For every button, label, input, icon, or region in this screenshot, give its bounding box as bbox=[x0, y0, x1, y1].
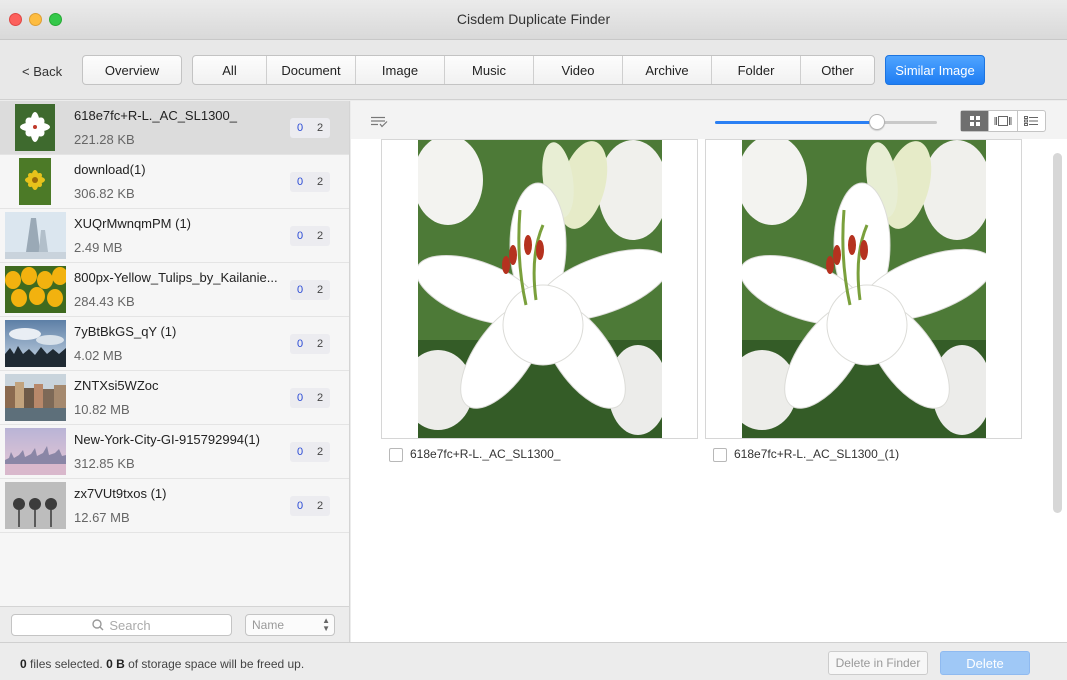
tab-folder[interactable]: Folder bbox=[712, 56, 801, 84]
file-size: 4.02 MB bbox=[74, 348, 123, 363]
filmstrip-icon bbox=[994, 116, 1012, 126]
file-size: 306.82 KB bbox=[74, 186, 135, 201]
thumbnail-church-spire bbox=[5, 212, 66, 259]
file-name: New-York-City-GI-915792994(1) bbox=[74, 432, 260, 447]
updown-arrows-icon: ▲ ▼ bbox=[322, 616, 330, 633]
file-size: 2.49 MB bbox=[74, 240, 123, 255]
list-item[interactable]: download(1) 306.82 KB 02 bbox=[0, 155, 349, 209]
view-mode-selector bbox=[960, 110, 1046, 132]
overview-button[interactable]: Overview bbox=[82, 55, 182, 85]
auto-select-icon[interactable] bbox=[370, 116, 388, 128]
zoom-slider[interactable] bbox=[715, 114, 937, 130]
file-size: 312.85 KB bbox=[74, 456, 135, 471]
file-size: 10.82 MB bbox=[74, 402, 130, 417]
status-text: 0 files selected. 0 B of storage space w… bbox=[20, 657, 305, 671]
category-tabs: All Document Image Music Video Archive F… bbox=[192, 55, 875, 85]
list-item[interactable]: New-York-City-GI-915792994(1) 312.85 KB … bbox=[0, 425, 349, 479]
list-footer: Search Name ▲ ▼ bbox=[0, 606, 349, 642]
status-bar: 0 files selected. 0 B of storage space w… bbox=[0, 642, 1067, 680]
tab-image[interactable]: Image bbox=[356, 56, 445, 84]
zoom-slider-fill bbox=[715, 121, 878, 124]
grid-view-button[interactable] bbox=[961, 111, 990, 131]
filmstrip-view-button[interactable] bbox=[989, 111, 1018, 131]
back-button[interactable]: < Back bbox=[22, 64, 62, 79]
duplicate-group-list: 618e7fc+R-L._AC_SL1300_ 221.28 KB 02 dow… bbox=[0, 101, 350, 642]
file-name: download(1) bbox=[74, 162, 146, 177]
list-item[interactable]: 7yBtBkGS_qY (1) 4.02 MB 02 bbox=[0, 317, 349, 371]
file-size: 221.28 KB bbox=[74, 132, 135, 147]
file-size: 12.67 MB bbox=[74, 510, 130, 525]
list-item[interactable]: zx7VUt9txos (1) 12.67 MB 02 bbox=[0, 479, 349, 533]
tab-all[interactable]: All bbox=[193, 56, 267, 84]
thumbnail-canal-city bbox=[5, 374, 66, 421]
select-checkbox[interactable] bbox=[389, 448, 403, 462]
delete-in-finder-button[interactable]: Delete in Finder bbox=[828, 651, 928, 675]
thumbnail-city-skyline bbox=[5, 428, 66, 475]
tab-music[interactable]: Music bbox=[445, 56, 534, 84]
delete-button[interactable]: Delete bbox=[940, 651, 1030, 675]
sort-value: Name bbox=[252, 618, 285, 632]
select-checkbox[interactable] bbox=[713, 448, 727, 462]
preview-pane: 618e7fc+R-L._AC_SL1300_ 618e7fc+R-L._AC_ bbox=[351, 101, 1067, 642]
duplicate-count-badge: 02 bbox=[290, 442, 330, 462]
search-input[interactable]: Search bbox=[11, 614, 232, 636]
zoom-slider-knob[interactable] bbox=[869, 114, 886, 130]
file-name: 618e7fc+R-L._AC_SL1300_ bbox=[74, 108, 237, 123]
duplicate-count-badge: 02 bbox=[290, 118, 330, 138]
file-name: 7yBtBkGS_qY (1) bbox=[74, 324, 177, 339]
preview-filename: 618e7fc+R-L._AC_SL1300_ bbox=[410, 447, 561, 461]
duplicate-count-badge: 02 bbox=[290, 172, 330, 192]
title-bar: Cisdem Duplicate Finder bbox=[0, 0, 1067, 40]
tab-document[interactable]: Document bbox=[267, 56, 356, 84]
list-item[interactable]: ZNTXsi5WZoc 10.82 MB 02 bbox=[0, 371, 349, 425]
file-name: 800px-Yellow_Tulips_by_Kailanie... bbox=[74, 270, 278, 285]
thumbnail-yellow-tulips bbox=[5, 266, 66, 313]
search-placeholder: Search bbox=[109, 617, 151, 633]
list-item[interactable]: XUQrMwnqmPM (1) 2.49 MB 02 bbox=[0, 209, 349, 263]
duplicate-count-badge: 02 bbox=[290, 226, 330, 246]
preview-image-card[interactable] bbox=[705, 139, 1022, 439]
duplicate-count-badge: 02 bbox=[290, 388, 330, 408]
list-item[interactable]: 800px-Yellow_Tulips_by_Kailanie... 284.4… bbox=[0, 263, 349, 317]
similar-image-button[interactable]: Similar Image bbox=[885, 55, 985, 85]
thumbnail-grey-bulbs bbox=[5, 482, 66, 529]
duplicate-count-badge: 02 bbox=[290, 280, 330, 300]
lily-image bbox=[742, 140, 986, 438]
file-name: XUQrMwnqmPM (1) bbox=[74, 216, 192, 231]
duplicate-count-badge: 02 bbox=[290, 334, 330, 354]
list-item[interactable]: 618e7fc+R-L._AC_SL1300_ 221.28 KB 02 bbox=[0, 101, 349, 155]
preview-image-card[interactable] bbox=[381, 139, 698, 439]
duplicate-count-badge: 02 bbox=[290, 496, 330, 516]
thumbnail-yellow-flower bbox=[5, 158, 66, 205]
list-view-button[interactable] bbox=[1018, 111, 1045, 131]
thumbnail-white-lily bbox=[5, 104, 66, 151]
search-icon bbox=[92, 619, 104, 631]
lily-image bbox=[418, 140, 662, 438]
file-name: zx7VUt9txos (1) bbox=[74, 486, 167, 501]
preview-filename: 618e7fc+R-L._AC_SL1300_(1) bbox=[734, 447, 900, 461]
file-size: 284.43 KB bbox=[74, 294, 135, 309]
vertical-scrollbar[interactable] bbox=[1053, 153, 1062, 513]
tab-archive[interactable]: Archive bbox=[623, 56, 712, 84]
sort-select[interactable]: Name ▲ ▼ bbox=[245, 614, 335, 636]
window-title: Cisdem Duplicate Finder bbox=[456, 11, 611, 27]
tab-other[interactable]: Other bbox=[801, 56, 874, 84]
preview-toolbar bbox=[351, 101, 1067, 139]
list-icon bbox=[1024, 116, 1039, 126]
main-toolbar: < Back Overview All Document Image Music… bbox=[0, 40, 1067, 100]
thumbnail-cloudy-forest bbox=[5, 320, 66, 367]
grid-icon bbox=[969, 116, 980, 126]
file-name: ZNTXsi5WZoc bbox=[74, 378, 159, 393]
tab-video[interactable]: Video bbox=[534, 56, 623, 84]
